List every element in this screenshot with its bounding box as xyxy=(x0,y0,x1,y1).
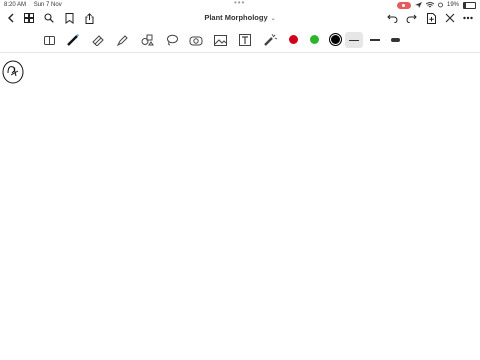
undo-icon xyxy=(386,14,397,23)
text-box-icon xyxy=(239,34,251,46)
bookmark-icon xyxy=(65,12,73,24)
back-button[interactable] xyxy=(4,10,18,26)
redo-icon xyxy=(406,14,417,23)
location-icon xyxy=(414,2,422,8)
pen-size-medium-button[interactable] xyxy=(366,32,384,48)
close-icon xyxy=(445,13,455,23)
chevron-down-icon: ⌄ xyxy=(270,16,276,22)
pen-size-medium-icon xyxy=(370,39,380,41)
document-title[interactable]: Plant Morphology ⌄ xyxy=(180,13,300,22)
search-button[interactable] xyxy=(42,10,56,26)
laser-pointer-tool-button[interactable] xyxy=(262,32,278,48)
status-time: 8:20 AM xyxy=(4,2,27,8)
reader-mode-button[interactable] xyxy=(41,32,57,48)
bookmark-button[interactable] xyxy=(62,10,76,26)
camera-icon xyxy=(189,36,203,46)
share-button[interactable] xyxy=(82,10,96,26)
add-page-icon xyxy=(426,12,436,24)
pen-size-fine-icon xyxy=(349,39,359,41)
lasso-tool-button[interactable] xyxy=(164,32,180,48)
image-icon xyxy=(213,34,227,46)
status-bar: 8:20 AM Sun 7 Nov ••• 19% xyxy=(0,0,480,10)
share-icon xyxy=(85,12,93,24)
more-button[interactable] xyxy=(461,10,475,26)
status-date: Sun 7 Nov xyxy=(33,2,62,8)
redo-button[interactable] xyxy=(404,10,418,26)
laser-pointer-icon xyxy=(264,33,277,46)
recording-indicator-icon xyxy=(396,1,411,9)
lasso-icon xyxy=(166,34,178,46)
more-icon xyxy=(463,16,473,20)
shapes-tool-button[interactable] xyxy=(139,32,155,48)
battery-icon xyxy=(463,1,476,9)
eraser-icon xyxy=(92,35,104,46)
add-page-button[interactable] xyxy=(424,10,438,26)
highlighter-tool-button[interactable] xyxy=(114,32,130,48)
note-canvas[interactable] xyxy=(0,53,480,360)
chevron-left-icon xyxy=(8,13,14,23)
highlighter-icon xyxy=(116,34,128,46)
thumbnails-button[interactable] xyxy=(22,10,36,26)
search-icon xyxy=(44,13,54,23)
image-tool-button[interactable] xyxy=(212,32,228,48)
camera-tool-button[interactable] xyxy=(188,32,204,48)
alarm-icon xyxy=(438,2,443,8)
pen-icon xyxy=(67,33,80,46)
drawing-toolbar xyxy=(0,28,480,53)
color-black-swatch-selected[interactable] xyxy=(329,33,342,46)
pen-size-fine-button[interactable] xyxy=(345,32,363,48)
color-red-swatch[interactable] xyxy=(289,35,298,44)
close-button[interactable] xyxy=(443,10,457,26)
handwritten-sketch xyxy=(2,60,24,84)
text-tool-button[interactable] xyxy=(237,32,253,48)
reader-mode-icon xyxy=(43,35,55,45)
undo-button[interactable] xyxy=(385,10,399,26)
color-green-swatch[interactable] xyxy=(310,35,319,44)
top-bar: Plant Morphology ⌄ xyxy=(0,10,480,28)
shapes-icon xyxy=(141,34,154,46)
grid-icon xyxy=(24,13,34,23)
wifi-icon xyxy=(425,2,434,8)
multitasking-dots-icon[interactable]: ••• xyxy=(234,0,245,8)
pen-size-thick-icon xyxy=(390,38,400,42)
pen-size-thick-button[interactable] xyxy=(386,32,404,48)
document-title-text: Plant Morphology xyxy=(204,13,268,22)
pen-tool-button[interactable] xyxy=(65,32,81,48)
eraser-tool-button[interactable] xyxy=(90,32,106,48)
battery-percent: 19% xyxy=(446,2,459,8)
